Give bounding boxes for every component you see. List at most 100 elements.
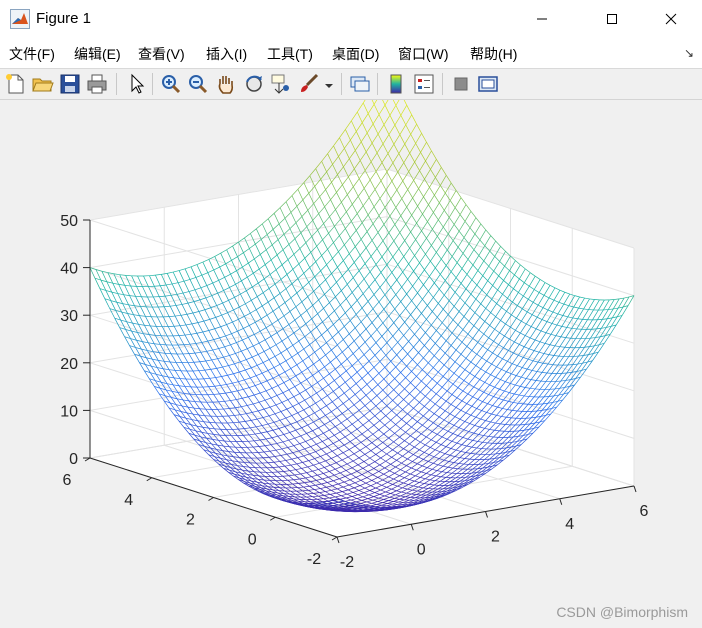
mesh-line — [361, 122, 368, 134]
mesh-line — [441, 167, 447, 176]
mesh-line — [424, 169, 431, 180]
mesh-line — [398, 153, 405, 163]
mesh-line — [371, 142, 378, 154]
mesh-line — [373, 104, 380, 115]
mesh-line — [400, 105, 408, 116]
show-plot-tools-icon[interactable] — [476, 72, 500, 96]
mesh-line — [425, 150, 432, 162]
mesh-line — [360, 141, 367, 153]
mesh-line — [333, 145, 339, 157]
mesh-line — [399, 134, 406, 145]
mesh-line — [388, 134, 395, 145]
mesh-line — [399, 124, 407, 135]
save-icon[interactable] — [58, 72, 82, 96]
mesh-line — [398, 143, 406, 154]
mesh-line — [382, 100, 386, 106]
mesh-line — [364, 161, 372, 171]
menu-tools[interactable]: 工具(T) — [267, 44, 313, 64]
mesh-line — [419, 160, 426, 171]
menu-insert[interactable]: 插入(I) — [206, 44, 247, 64]
menu-view[interactable]: 查看(V) — [138, 44, 185, 64]
mesh-line — [349, 158, 355, 169]
hide-plot-tools-icon[interactable] — [449, 72, 473, 96]
open-file-icon[interactable] — [31, 72, 55, 96]
close-button[interactable] — [648, 0, 694, 38]
menu-desktop[interactable]: 桌面(D) — [332, 44, 379, 64]
mesh-line — [351, 120, 357, 132]
toolbar-separator — [116, 73, 117, 95]
rotate-3d-icon[interactable] — [242, 72, 266, 96]
mesh-line — [343, 166, 349, 178]
mesh-line — [359, 160, 366, 171]
mesh-line — [377, 133, 384, 145]
mesh-line — [356, 111, 363, 123]
mesh-line — [406, 105, 413, 115]
mesh-line — [339, 137, 345, 149]
mesh-line — [382, 143, 389, 154]
mesh-line — [327, 153, 333, 165]
menu-file[interactable]: 文件(F) — [9, 44, 55, 64]
insert-colorbar-icon[interactable] — [384, 72, 408, 96]
mesh-line — [355, 131, 362, 142]
mesh-line — [365, 151, 372, 162]
figure-toolbar — [0, 69, 702, 100]
mesh-line — [404, 134, 411, 145]
mesh-line — [362, 102, 369, 114]
dock-arrow-icon[interactable]: ↘ — [684, 46, 694, 60]
mesh-line — [378, 114, 385, 125]
mesh-line — [344, 148, 350, 159]
new-figure-icon[interactable] — [4, 72, 28, 96]
minimize-icon — [537, 18, 547, 20]
insert-legend-icon[interactable] — [412, 72, 436, 96]
mesh-line — [366, 132, 373, 144]
mesh-line — [430, 159, 437, 170]
edit-plot-cursor-icon[interactable] — [124, 72, 148, 96]
mesh-line — [440, 175, 447, 186]
toolbar-separator — [442, 73, 443, 95]
figure-canvas[interactable]: 0 10 20 30 40 50 -2 0 2 4 6 -2 0 2 4 6 — [0, 100, 702, 628]
mesh-line — [387, 153, 394, 164]
mesh-line — [389, 115, 396, 126]
close-icon — [665, 13, 677, 25]
mesh-line — [420, 142, 427, 153]
mesh-line — [425, 160, 431, 170]
mesh-line — [381, 153, 389, 163]
mesh-line — [387, 144, 395, 154]
mesh-line — [405, 114, 413, 126]
print-icon[interactable] — [85, 72, 109, 96]
data-cursor-icon[interactable] — [269, 72, 293, 96]
minimize-button[interactable] — [519, 0, 565, 38]
zoom-in-icon[interactable] — [159, 72, 183, 96]
menu-window[interactable]: 窗口(W) — [398, 44, 449, 64]
mesh-line — [420, 152, 426, 162]
menu-edit[interactable]: 编辑(E) — [74, 44, 121, 64]
mesh-line — [404, 143, 411, 154]
mesh-line — [405, 124, 412, 135]
brush-dropdown-icon[interactable] — [322, 72, 336, 96]
axes-3d[interactable]: 0 10 20 30 40 50 -2 0 2 4 6 -2 0 2 4 6 — [0, 100, 702, 628]
maximize-button[interactable] — [589, 0, 635, 38]
mesh-line — [315, 168, 321, 180]
mesh-line — [338, 156, 344, 167]
brush-icon[interactable] — [297, 72, 321, 96]
mesh-line — [382, 134, 390, 145]
mesh-line — [371, 100, 375, 105]
mesh-line — [370, 152, 378, 162]
mesh-line — [384, 104, 391, 116]
zoom-out-icon[interactable] — [186, 72, 210, 96]
mesh-line — [383, 124, 390, 135]
mesh-line — [350, 139, 356, 151]
window-title-bar[interactable]: Figure 1 — [0, 0, 702, 38]
maximize-icon — [607, 14, 617, 24]
mesh-line — [445, 175, 452, 184]
link-plot-icon[interactable] — [348, 72, 372, 96]
mesh-line — [388, 124, 396, 135]
mesh-line — [332, 164, 338, 175]
mesh-line — [410, 124, 417, 135]
mesh-line — [419, 170, 425, 180]
pan-hand-icon[interactable] — [214, 72, 238, 96]
mesh-line — [414, 152, 421, 163]
menu-help[interactable]: 帮助(H) — [470, 44, 517, 64]
mesh-line — [392, 100, 397, 106]
mesh-line — [415, 133, 422, 144]
